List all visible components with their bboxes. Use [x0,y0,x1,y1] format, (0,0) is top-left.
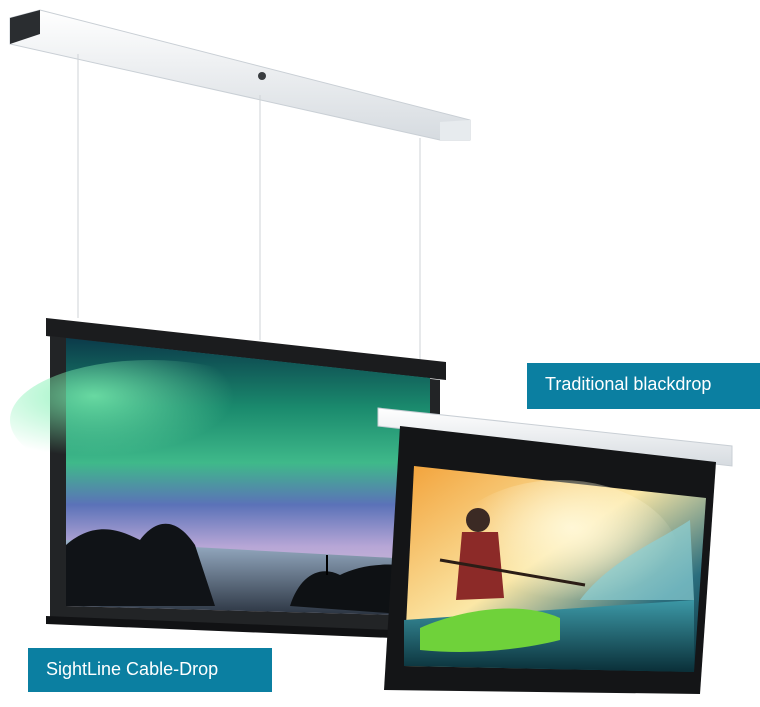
traditional-screen [377,407,733,694]
traditional-blackdrop-label: Traditional blackdrop [527,363,760,409]
sightline-screen [10,318,446,640]
ceiling-housing [9,9,471,141]
screens-scene [9,9,733,694]
product-illustration: Traditional blackdrop SightLine Cable-Dr… [0,0,760,702]
sightline-cable-drop-label: SightLine Cable-Drop [28,648,272,692]
